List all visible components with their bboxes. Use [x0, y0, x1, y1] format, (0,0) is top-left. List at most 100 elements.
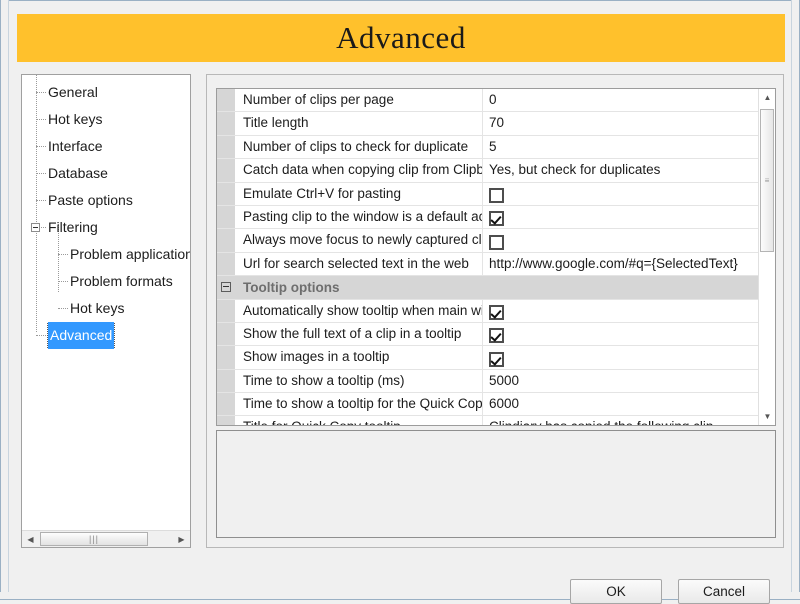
tree-connector-line	[36, 173, 46, 174]
tree-connector-line	[58, 308, 68, 309]
row-gutter	[217, 182, 235, 205]
property-category-row[interactable]: Tooltip options	[217, 276, 760, 300]
property-grid[interactable]: Number of clips per page 0 Title length 70 N…	[216, 88, 776, 426]
property-row[interactable]: Time to show a tooltip for the Quick Cop…	[217, 393, 760, 417]
property-row[interactable]: Always move focus to newly captured clip	[217, 229, 760, 253]
property-value[interactable]	[483, 229, 760, 251]
grid-vscroll-thumb[interactable]: ≡	[760, 109, 774, 252]
sidebar-item-filtering[interactable]: Filtering	[22, 214, 190, 241]
property-value[interactable]: 5	[483, 136, 760, 158]
grid-vertical-scrollbar[interactable]: ▲ ≡ ▼	[758, 89, 775, 425]
property-row[interactable]: Emulate Ctrl+V for pasting	[217, 182, 760, 206]
property-checkbox[interactable]	[489, 304, 504, 320]
sidebar-item-advanced[interactable]: Advanced	[22, 322, 190, 349]
row-gutter	[217, 89, 235, 112]
property-value[interactable]	[483, 183, 760, 205]
sidebar-item-label: Advanced	[46, 322, 116, 349]
category-gutter	[217, 282, 235, 293]
ok-button[interactable]: OK	[570, 579, 662, 604]
property-value[interactable]	[483, 346, 760, 368]
row-gutter	[217, 322, 235, 346]
property-row[interactable]: Show the full text of a clip in a toolti…	[217, 322, 760, 347]
sidebar-item-interface[interactable]: Interface	[22, 133, 190, 160]
collapse-minus-icon[interactable]	[31, 223, 40, 232]
property-value[interactable]: http://www.google.com/#q={SelectedText}	[483, 253, 760, 275]
tree-connector-line	[36, 119, 46, 120]
window-frame-left	[0, 0, 9, 600]
description-panel	[216, 430, 776, 538]
sidebar-item-label: Problem formats	[70, 273, 173, 289]
sidebar-item-label: Interface	[48, 138, 103, 154]
property-value[interactable]: Yes, but check for duplicates	[483, 159, 760, 181]
sidebar-item-problem-application[interactable]: Problem application	[22, 241, 190, 268]
property-name: Automatically show tooltip when main win…	[235, 299, 483, 322]
property-checkbox[interactable]	[489, 211, 504, 227]
property-checkbox[interactable]	[489, 234, 504, 250]
property-row[interactable]: Number of clips to check for duplicate 5	[217, 135, 760, 160]
sidebar-item-database[interactable]: Database	[22, 160, 190, 187]
sidebar-item-problem-formats[interactable]: Problem formats	[22, 268, 190, 295]
property-row[interactable]: Show images in a tooltip	[217, 346, 760, 370]
property-name: Title length	[235, 112, 483, 135]
tree-connector-line	[36, 146, 46, 147]
cancel-button[interactable]: Cancel	[678, 579, 770, 604]
property-row[interactable]: Catch data when copying clip from Clipbo…	[217, 159, 760, 183]
scroll-left-icon[interactable]: ◀	[22, 531, 39, 547]
scroll-down-icon[interactable]: ▼	[759, 408, 775, 425]
sidebar-item-general[interactable]: General	[22, 79, 190, 106]
property-value[interactable]: 0	[483, 89, 760, 111]
tree-hscroll-thumb[interactable]: |||	[40, 532, 148, 546]
property-name: Number of clips to check for duplicate	[235, 135, 483, 159]
sidebar-item-hot-keys[interactable]: Hot keys	[22, 295, 190, 322]
property-name: Show images in a tooltip	[235, 346, 483, 369]
property-value[interactable]	[483, 206, 760, 228]
tree-connector-line	[36, 335, 46, 336]
row-gutter	[217, 252, 235, 276]
tree-connector-line	[58, 254, 68, 255]
property-value[interactable]: 6000	[483, 393, 760, 415]
property-name: Show the full text of a clip in a toolti…	[235, 322, 483, 346]
property-row[interactable]: Time to show a tooltip (ms) 5000	[217, 369, 760, 394]
property-checkbox[interactable]	[489, 328, 504, 344]
row-gutter	[217, 112, 235, 135]
property-name: Always move focus to newly captured clip	[235, 229, 483, 252]
property-name: Time to show a tooltip (ms)	[235, 369, 483, 393]
advanced-settings-dialog: Advanced General Hot keys Interface Databas…	[0, 0, 800, 604]
property-value[interactable]: 70	[483, 112, 760, 134]
property-row[interactable]: Pasting clip to the window is a default …	[217, 205, 760, 230]
property-row[interactable]: Automatically show tooltip when main win…	[217, 299, 760, 323]
property-row[interactable]: Url for search selected text in the web h…	[217, 252, 760, 277]
scroll-grip-icon: ≡	[764, 175, 770, 185]
sidebar-item-paste-options[interactable]: Paste options	[22, 187, 190, 214]
property-name: Title for Quick Copy tooltip	[235, 416, 483, 425]
scroll-up-icon[interactable]: ▲	[759, 89, 775, 106]
row-gutter	[217, 229, 235, 252]
property-value[interactable]	[483, 323, 760, 345]
settings-tree-panel: General Hot keys Interface Database Paste op…	[21, 74, 191, 548]
header-banner: Advanced	[17, 14, 785, 62]
page-title: Advanced	[336, 20, 466, 55]
property-row[interactable]: Number of clips per page 0	[217, 89, 760, 113]
category-label: Tooltip options	[243, 279, 340, 295]
property-checkbox[interactable]	[489, 351, 504, 367]
property-name: Emulate Ctrl+V for pasting	[235, 182, 483, 205]
property-grid-rows[interactable]: Number of clips per page 0 Title length 70 N…	[217, 89, 760, 425]
tree-connector-line	[36, 92, 46, 93]
sidebar-item-label: Hot keys	[48, 111, 103, 127]
property-row[interactable]: Title length 70	[217, 112, 760, 136]
property-checkbox[interactable]	[489, 188, 504, 203]
row-gutter	[217, 346, 235, 369]
scroll-right-icon[interactable]: ▶	[173, 531, 190, 547]
property-value[interactable]: Clindiary has copied the following clip	[483, 416, 760, 425]
sidebar-item-label: Filtering	[48, 219, 98, 235]
tree-horizontal-scrollbar[interactable]: ◀ ||| ▶	[22, 530, 190, 547]
sidebar-item-label: Problem application	[70, 246, 190, 262]
settings-tree[interactable]: General Hot keys Interface Database Paste op…	[22, 75, 190, 519]
row-gutter	[217, 135, 235, 159]
property-row[interactable]: Title for Quick Copy tooltipClindiary ha…	[217, 416, 760, 425]
sidebar-item-hot-keys[interactable]: Hot keys	[22, 106, 190, 133]
row-gutter	[217, 205, 235, 229]
collapse-minus-icon[interactable]	[221, 282, 231, 293]
property-value[interactable]	[483, 300, 760, 322]
property-value[interactable]: 5000	[483, 370, 760, 392]
